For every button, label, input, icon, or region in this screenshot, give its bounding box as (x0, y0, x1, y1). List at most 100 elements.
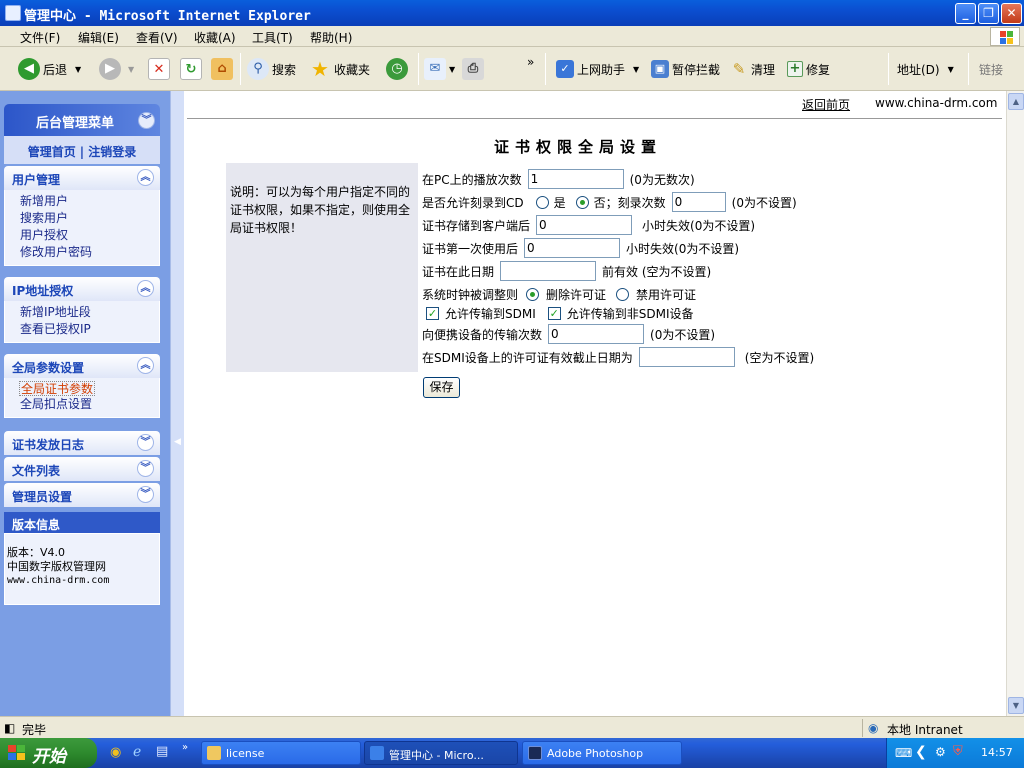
expand-down-icon[interactable]: ︾ (137, 460, 154, 477)
mail-button[interactable]: ✉ ▼ (424, 56, 455, 82)
toolbar-separator (240, 53, 241, 85)
page-title: 证书权限全局设置 (494, 138, 663, 156)
vertical-scrollbar[interactable]: ▲ ▼ (1006, 91, 1024, 716)
expand-down-icon[interactable]: ︾ (137, 486, 154, 503)
collapse-up-icon[interactable]: ︽ (137, 357, 154, 374)
search-button[interactable]: ⚲ 搜索 (247, 56, 296, 82)
sdmi-checkbox[interactable]: ✓ (426, 306, 439, 320)
minimize-button[interactable]: _ (955, 3, 976, 24)
menu-edit[interactable]: 编辑(E) (78, 29, 119, 46)
cd-burn-no-radio[interactable] (575, 195, 589, 209)
clean-button[interactable]: ✎ 清理 (730, 56, 775, 82)
delete-license-radio[interactable] (526, 287, 540, 301)
forward-button[interactable]: ▶ ▼ (99, 56, 134, 82)
scroll-up-icon[interactable]: ▲ (1008, 93, 1024, 110)
collapse-left-icon[interactable]: ◀ (174, 437, 181, 447)
forward-dropdown-icon[interactable]: ▼ (128, 65, 134, 74)
sidebar-logout-link[interactable]: 注销登录 (88, 145, 136, 159)
show-desktop-icon[interactable]: ▤ (156, 744, 168, 759)
task-license[interactable]: license (201, 741, 361, 765)
expand-down-icon[interactable]: ︾ (137, 434, 154, 451)
save-button[interactable]: 保存 (423, 377, 460, 398)
favorites-button[interactable]: ★ 收藏夹 (309, 56, 370, 82)
task-photoshop[interactable]: Adobe Photoshop (522, 741, 682, 765)
sidebar-item-change-password[interactable]: 修改用户密码 (20, 244, 159, 261)
sidebar-item-global-deduction[interactable]: 全局扣点设置 (20, 396, 159, 413)
clock[interactable]: 14:57 (981, 746, 1013, 759)
menu-view[interactable]: 查看(V) (136, 29, 178, 46)
menu-bar: 文件(F) 编辑(E) 查看(V) 收藏(A) 工具(T) 帮助(H) (0, 26, 1024, 47)
block-button[interactable]: ▣ 暂停拦截 (651, 56, 720, 82)
ie-window-icon[interactable] (5, 5, 21, 21)
sidebar-home-link[interactable]: 管理首页 (28, 145, 76, 159)
close-button[interactable]: ✕ (1001, 3, 1022, 24)
network-icon[interactable]: ⚙ (935, 745, 946, 759)
maximize-button[interactable]: ❐ (978, 3, 999, 24)
tray-expand-icon[interactable]: ❮ (915, 744, 927, 760)
zone-text: 本地 Intranet (887, 723, 963, 737)
store-expire-input[interactable]: 0 (536, 215, 633, 235)
search-icon: ⚲ (247, 58, 269, 80)
toolbar-more-chevron[interactable]: » (527, 49, 534, 75)
sidebar-item-search-user[interactable]: 搜索用户 (20, 210, 159, 227)
window-title-bar[interactable]: 管理中心 - Microsoft Internet Explorer _ ❐ ✕ (0, 0, 1024, 26)
task-admin-center[interactable]: 管理中心 - Micro... (364, 741, 518, 765)
first-use-input[interactable]: 0 (524, 238, 621, 258)
sidebar-group-header[interactable]: 文件列表 ︾ (4, 457, 160, 481)
scroll-down-icon[interactable]: ▼ (1008, 697, 1024, 714)
mail-dropdown-icon[interactable]: ▼ (449, 65, 455, 74)
sidebar-item-add-ip-range[interactable]: 新增IP地址段 (20, 304, 159, 321)
sidebar-group-ip: IP地址授权 ︽ 新增IP地址段 查看已授权IP (4, 277, 160, 343)
cd-burn-yes-radio[interactable] (535, 195, 549, 209)
start-button[interactable]: 开始 (0, 738, 97, 768)
menu-help[interactable]: 帮助(H) (310, 29, 352, 46)
sidebar-item-global-cert-params[interactable]: 全局证书参数 (19, 381, 96, 396)
collapse-up-icon[interactable]: ︽ (137, 169, 154, 186)
sidebar-group-header[interactable]: 用户管理 ︽ (4, 166, 160, 190)
menu-file[interactable]: 文件(F) (20, 29, 60, 46)
collapse-up-icon[interactable]: ︽ (137, 280, 154, 297)
helper-dropdown-icon[interactable]: ▼ (633, 65, 639, 74)
sidebar-collapse-icon[interactable]: ︾ (138, 112, 155, 129)
sidebar-group-header[interactable]: 全局参数设置 ︽ (4, 354, 160, 378)
back-dropdown-icon[interactable]: ▼ (75, 65, 81, 74)
burn-count-input[interactable]: 0 (671, 192, 726, 212)
group-title: 管理员设置 (12, 490, 73, 504)
print-button[interactable]: ⎙ (462, 56, 487, 82)
address-dropdown-icon[interactable]: ▼ (948, 65, 954, 74)
stop-button[interactable]: ✕ (148, 56, 173, 82)
sdmi-expire-hint: (空为不设置) (744, 350, 815, 365)
back-button[interactable]: ◀ 后退 ▼ (18, 56, 81, 82)
sidebar-group-header[interactable]: IP地址授权 ︽ (4, 277, 160, 301)
divider (187, 118, 1002, 119)
play-count-input[interactable]: 1 (527, 169, 624, 189)
portable-transfer-input[interactable]: 0 (548, 324, 645, 344)
disable-license-radio[interactable] (616, 287, 630, 301)
note-box: 说明：可以为每个用户指定不同的证书权限，如果不指定，则使用全局证书权限！ (226, 163, 418, 372)
helper-button[interactable]: ✓ 上网助手 ▼ (556, 56, 639, 82)
menu-tools[interactable]: 工具(T) (252, 29, 293, 46)
quicklaunch-more-icon[interactable]: » (182, 742, 188, 753)
menu-favorites[interactable]: 收藏(A) (194, 29, 236, 46)
non-sdmi-checkbox[interactable]: ✓ (547, 306, 561, 320)
home-button[interactable]: ⌂ (211, 56, 236, 82)
sidebar-item-user-authorization[interactable]: 用户授权 (20, 227, 159, 244)
media-player-icon[interactable]: ◉ (110, 745, 121, 760)
links-button[interactable]: 链接 (979, 56, 1003, 82)
sidebar-group-header[interactable]: 证书发放日志 ︾ (4, 431, 160, 455)
sidebar-splitter[interactable]: ◀ (170, 91, 184, 716)
back-link[interactable]: 返回前页 (802, 96, 850, 113)
valid-date-input[interactable] (500, 261, 597, 281)
sidebar-item-add-user[interactable]: 新增用户 (20, 193, 159, 210)
sidebar-item-view-ip[interactable]: 查看已授权IP (20, 321, 159, 338)
security-shield-icon[interactable]: ⛨ (953, 744, 963, 759)
address-bar-toggle[interactable]: 地址(D) ▼ (897, 56, 954, 82)
history-button[interactable]: ◷ (386, 56, 411, 82)
windows-flag-icon (8, 745, 26, 761)
sdmi-expire-input[interactable] (638, 347, 735, 367)
ie-quicklaunch-icon[interactable]: ℯ (133, 744, 141, 760)
sidebar-group-header[interactable]: 管理员设置 ︾ (4, 483, 160, 507)
repair-button[interactable]: + 修复 (787, 56, 830, 82)
refresh-button[interactable]: ↻ (180, 56, 205, 82)
keyboard-icon[interactable]: ⌨ (895, 746, 912, 760)
